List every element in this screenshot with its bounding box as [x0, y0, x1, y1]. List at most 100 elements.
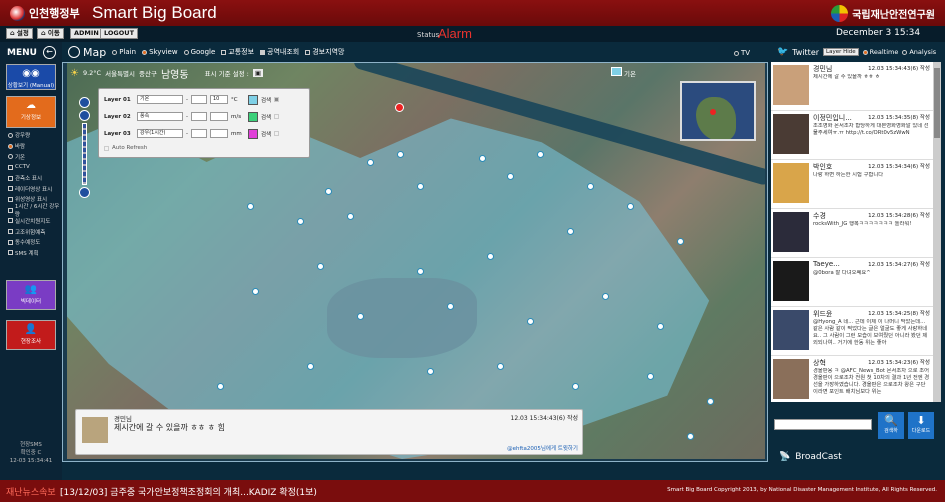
view-plain-radio[interactable]: Plain: [112, 48, 136, 56]
district-select[interactable]: 중산구: [139, 68, 157, 78]
view-google-radio[interactable]: Google: [183, 48, 215, 56]
traffic-toggle[interactable]: 교통정보: [221, 47, 254, 57]
realtime-radio[interactable]: Realtime: [862, 48, 898, 56]
station-pin[interactable]: [397, 151, 404, 158]
station-pin[interactable]: [687, 433, 694, 440]
option-tide-risk[interactable]: 고조위험예측: [8, 226, 62, 237]
zoom-slider[interactable]: [81, 123, 87, 185]
view-skyview-radio[interactable]: Skyview: [142, 48, 178, 56]
station-pin[interactable]: [247, 203, 254, 210]
layer2-color-swatch[interactable]: [248, 111, 258, 122]
station-pin[interactable]: [357, 313, 364, 320]
list-item[interactable]: Taeye... 12.03 15:34:27(6) 작성 @0bora 잘 다…: [771, 258, 933, 307]
station-pin[interactable]: [497, 363, 504, 370]
station-pin[interactable]: [647, 373, 654, 380]
list-item[interactable]: 이정민입니... 12.03 15:34:35(8) 작성 조조영화 몬서조차 …: [771, 111, 933, 160]
layer2-value-input[interactable]: [210, 112, 228, 121]
list-item[interactable]: 수경 12.03 15:34:28(6) 작성 rocksWith_JG 행복ㅋ…: [771, 209, 933, 258]
scrollbar-thumb[interactable]: [934, 68, 940, 138]
analysis-radio[interactable]: Analysis: [902, 48, 936, 56]
layer1-value-input[interactable]: 10: [210, 95, 228, 104]
list-item[interactable]: 경민님 12.03 15:34:43(6) 작성 제시간에 갈 수 있을까 ㅎㅎ…: [771, 62, 933, 111]
layer2-variable-select[interactable]: 풍속: [137, 112, 183, 121]
station-pin[interactable]: [252, 288, 259, 295]
station-pin[interactable]: [527, 318, 534, 325]
station-pin[interactable]: [487, 253, 494, 260]
option-radar[interactable]: 레이더영상 표시: [8, 183, 62, 194]
layer3-value-input[interactable]: [210, 129, 228, 138]
layer2-operator-select[interactable]: [191, 112, 207, 121]
station-pin[interactable]: [417, 268, 424, 275]
search-input[interactable]: [774, 419, 872, 430]
layer1-variable-select[interactable]: 기온: [137, 95, 183, 104]
station-pin[interactable]: [307, 363, 314, 370]
layer2-checkbox[interactable]: [274, 114, 280, 119]
layer3-color-swatch[interactable]: [248, 128, 258, 139]
auto-refresh[interactable]: Auto Refresh: [104, 145, 147, 151]
broadcast-button[interactable]: 📡 BroadCast: [779, 452, 842, 462]
admin-button[interactable]: ADMIN: [70, 28, 103, 39]
logout-button[interactable]: LOGOUT: [100, 28, 139, 39]
manual-view-tile[interactable]: ◉◉ 상황보기 (Manual): [6, 64, 56, 90]
settings-button[interactable]: ⌂ 설정: [6, 28, 33, 39]
list-item[interactable]: 위드윤 12.03 15:34:25(8) 작성 @Hyong_A 네... 근…: [771, 307, 933, 356]
option-sms-plan[interactable]: SMS 계획: [8, 248, 62, 259]
big-data-tile[interactable]: 👥 빅데이터: [6, 280, 56, 310]
layer1-operator-select[interactable]: [191, 95, 207, 104]
reply-link[interactable]: @ehfta2005님에게 트윗하기: [507, 444, 578, 452]
station-pin[interactable]: [567, 228, 574, 235]
city-select[interactable]: 서울특별시: [105, 68, 135, 78]
option-stations[interactable]: 관측소 표시: [8, 173, 62, 184]
station-pin[interactable]: [317, 263, 324, 270]
option-rainfall-hours[interactable]: 1시간 / 6시간 강우량: [8, 204, 62, 218]
station-pin[interactable]: [347, 213, 354, 220]
station-pin[interactable]: [479, 155, 486, 162]
layer3-checkbox[interactable]: [274, 131, 280, 136]
option-cctv[interactable]: CCTV: [8, 162, 62, 173]
station-pin[interactable]: [507, 173, 514, 180]
layer1-checkbox[interactable]: [274, 97, 280, 102]
station-pin[interactable]: [217, 383, 224, 390]
feed-scrollbar[interactable]: [933, 62, 941, 402]
search-button[interactable]: 🔍 검색하: [878, 412, 904, 439]
station-pin[interactable]: [587, 183, 594, 190]
station-pin[interactable]: [602, 293, 609, 300]
station-pin[interactable]: [537, 151, 544, 158]
pan-icon[interactable]: [78, 97, 90, 108]
move-button[interactable]: ⌂ 이동: [37, 28, 64, 39]
station-pin[interactable]: [297, 218, 304, 225]
station-pin[interactable]: [657, 323, 664, 330]
station-pin[interactable]: [427, 368, 434, 375]
minimap[interactable]: [680, 81, 756, 141]
field-survey-tile[interactable]: 👤 현장조사: [6, 320, 56, 350]
tv-toggle[interactable]: TV: [734, 49, 750, 57]
weather-info-tile[interactable]: ☁ 기상정보: [6, 96, 56, 128]
option-temperature[interactable]: 기온: [8, 151, 62, 162]
station-pin[interactable]: [417, 183, 424, 190]
layer1-color-swatch[interactable]: [248, 94, 258, 105]
station-pin[interactable]: [447, 303, 454, 310]
option-flood-plan[interactable]: 동수예정도: [8, 237, 62, 248]
station-pin[interactable]: [707, 398, 714, 405]
back-arrow-icon[interactable]: ←: [43, 46, 56, 59]
ticker-text[interactable]: [13/12/03] 금주중 국가안보정책조정회의 개최...KADIZ 확정(…: [60, 485, 317, 498]
option-wind[interactable]: 바람: [8, 141, 62, 152]
layer3-operator-select[interactable]: [191, 129, 207, 138]
alert-area-toggle[interactable]: 경보지역망: [305, 47, 344, 57]
station-pin[interactable]: [367, 159, 374, 166]
zoom-in-icon[interactable]: [78, 110, 90, 121]
station-pin[interactable]: [627, 203, 634, 210]
airspace-toggle[interactable]: 공역내조회: [260, 47, 299, 57]
download-button[interactable]: ⬇ 다운로드: [908, 412, 934, 439]
layer3-variable-select[interactable]: 강우(1시간): [137, 129, 183, 138]
alarm-marker[interactable]: [395, 103, 404, 112]
zoom-out-icon[interactable]: [78, 187, 90, 198]
auto-refresh-checkbox[interactable]: [104, 145, 109, 151]
option-rainfall[interactable]: 강우량: [8, 130, 62, 141]
list-item[interactable]: 상혁 12.03 15:34:23(6) 작성 경올판옹 ㅋ @AFC_News…: [771, 356, 933, 402]
station-pin[interactable]: [677, 238, 684, 245]
tooltip-box-icon[interactable]: ▣: [252, 69, 264, 77]
list-item[interactable]: 박인호 12.03 15:34:34(6) 작성 나랑 하면 하는한 시험 구합…: [771, 160, 933, 209]
station-pin[interactable]: [325, 188, 332, 195]
station-pin[interactable]: [572, 383, 579, 390]
